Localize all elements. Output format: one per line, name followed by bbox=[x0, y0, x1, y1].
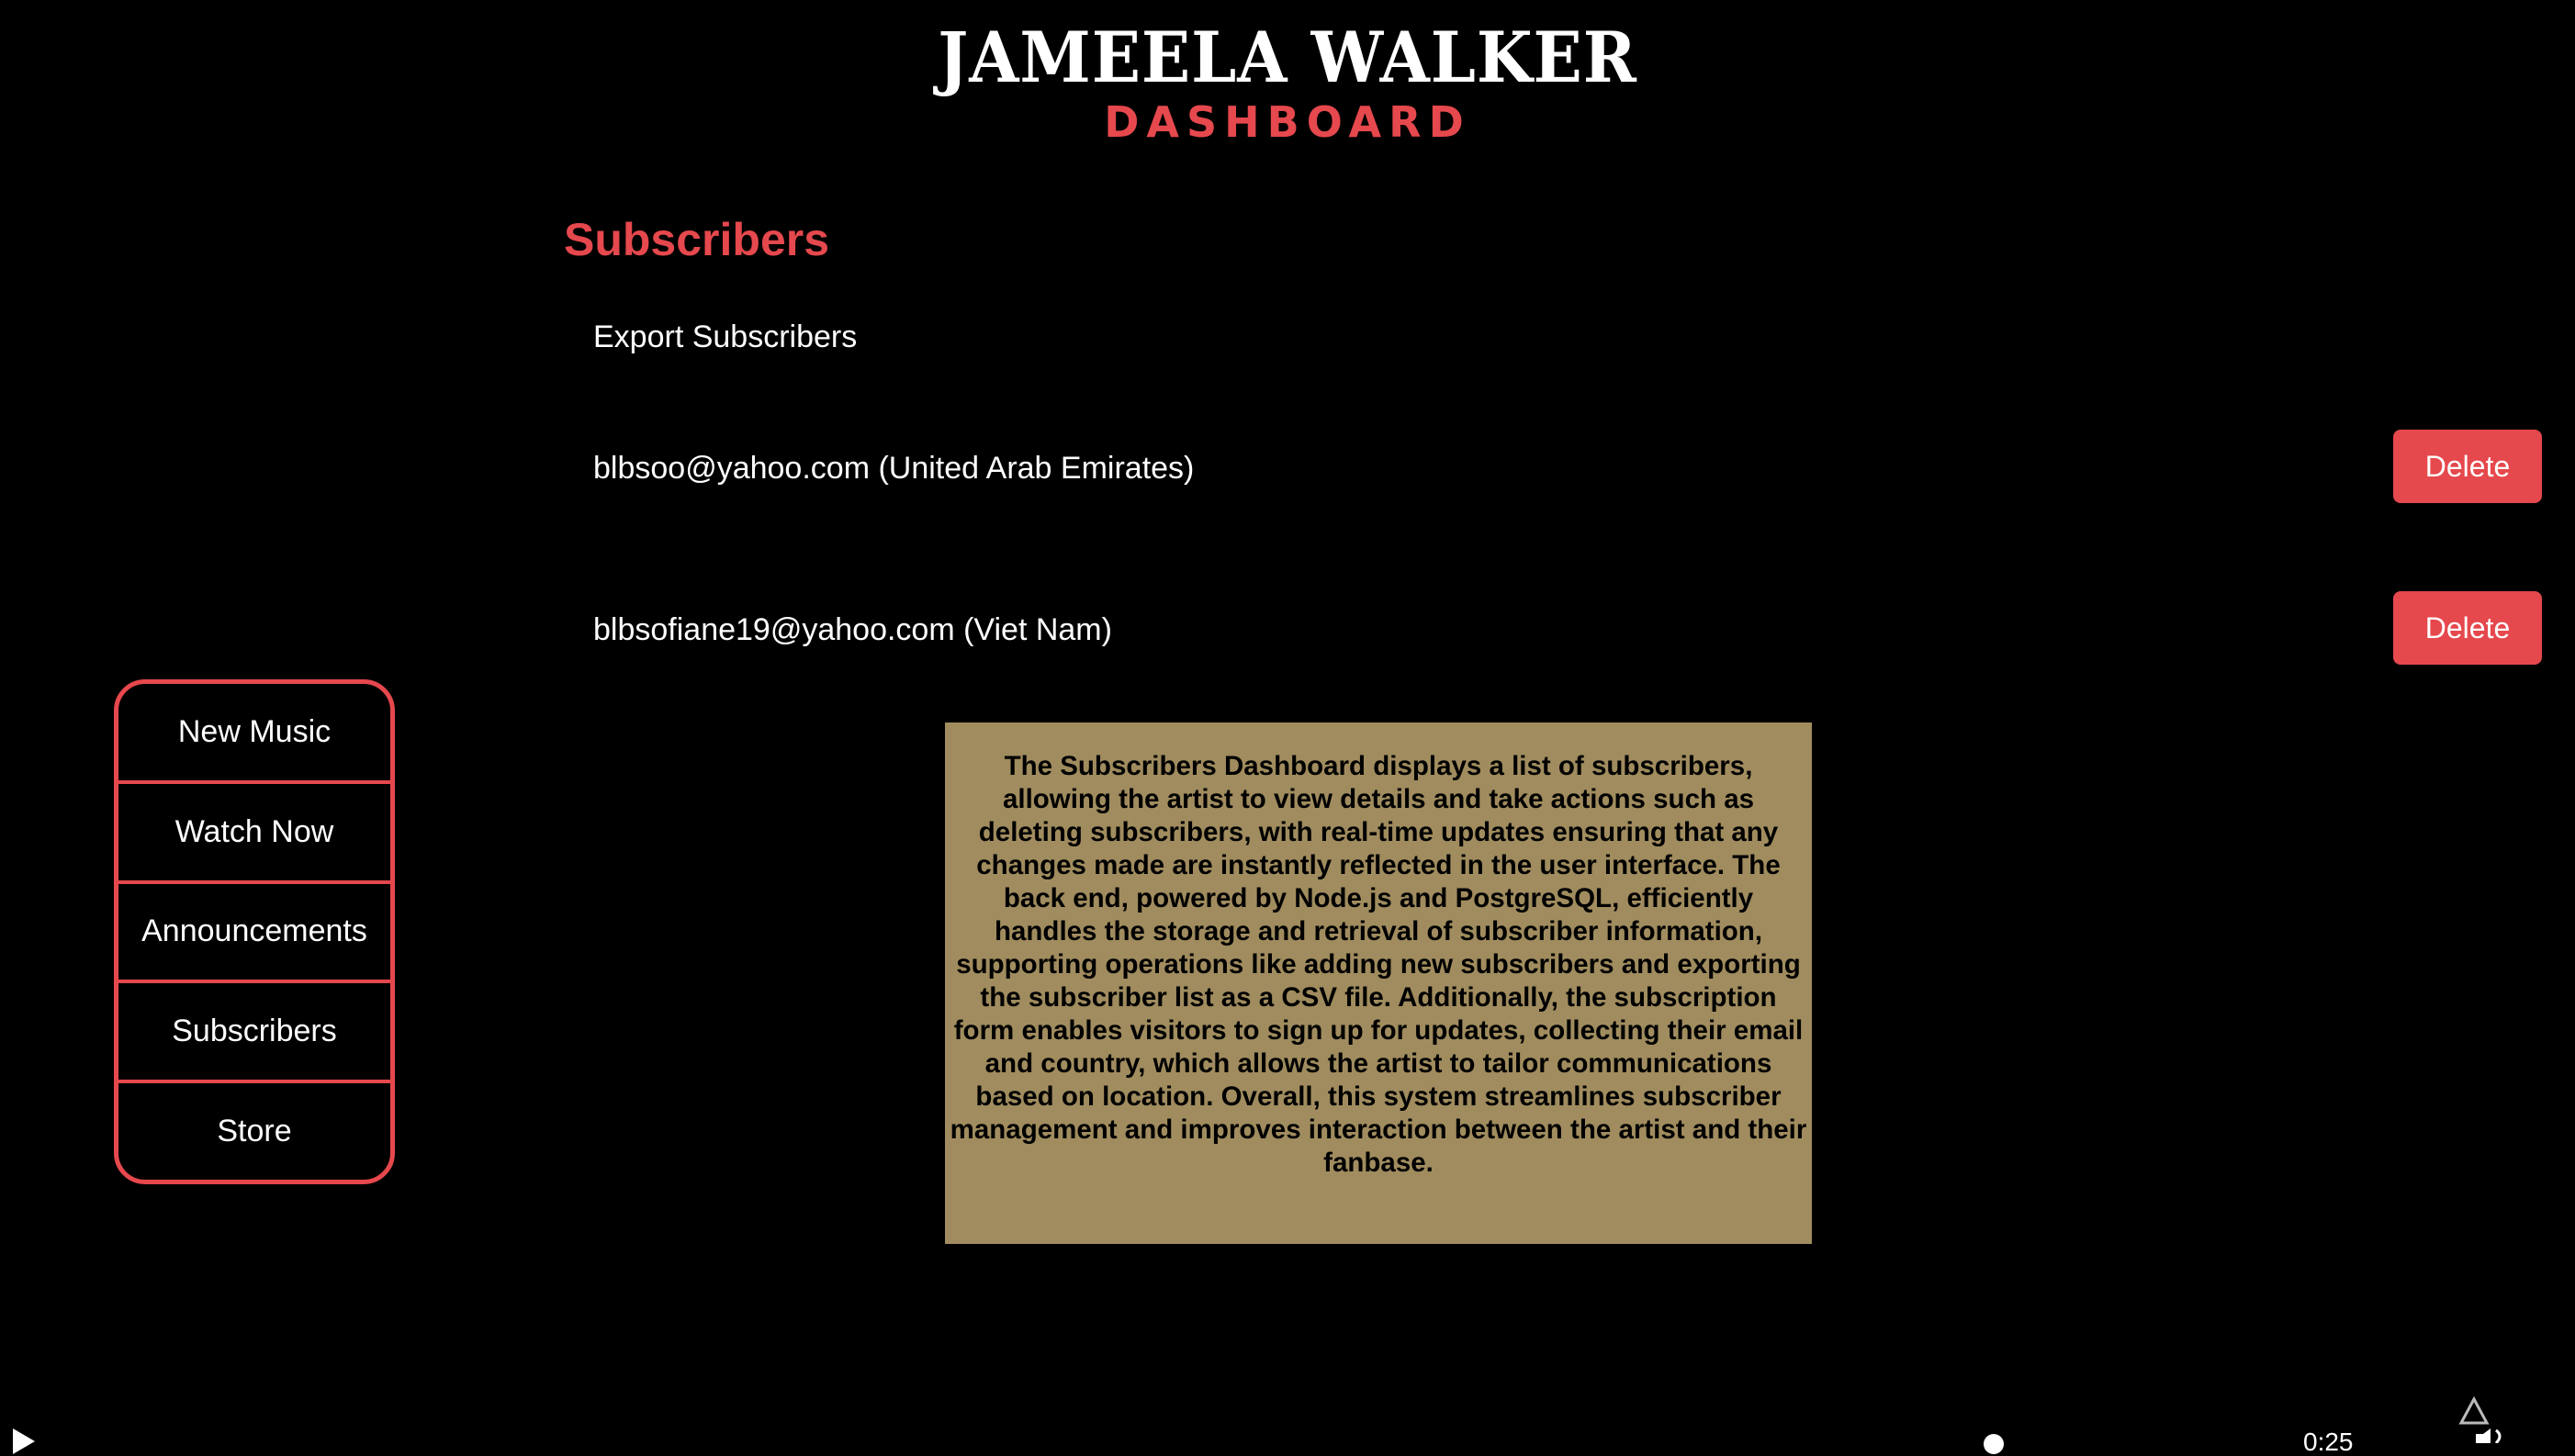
airplay-icon[interactable] bbox=[2457, 1395, 2491, 1428]
sidebar-nav: New Music Watch Now Announcements Subscr… bbox=[114, 679, 395, 1184]
nav-item-new-music[interactable]: New Music bbox=[118, 684, 390, 784]
page-title: Subscribers bbox=[564, 214, 830, 265]
description-caption-box: The Subscribers Dashboard displays a lis… bbox=[945, 722, 1812, 1244]
artist-name-title: JAMEELA WALKER bbox=[938, 17, 1637, 98]
nav-item-announcements[interactable]: Announcements bbox=[118, 884, 390, 984]
nav-item-subscribers[interactable]: Subscribers bbox=[118, 983, 390, 1084]
play-icon[interactable] bbox=[13, 1428, 35, 1454]
subscriber-row: blbsoo@yahoo.com (United Arab Emirates) … bbox=[593, 430, 2542, 507]
subscriber-email: blbsoo@yahoo.com (United Arab Emirates) bbox=[593, 451, 1195, 486]
progress-scrubber-handle[interactable] bbox=[1984, 1434, 2004, 1454]
playback-time: 0:25 bbox=[2303, 1428, 2354, 1456]
nav-item-watch-now[interactable]: Watch Now bbox=[118, 784, 390, 884]
delete-subscriber-button[interactable]: Delete bbox=[2393, 591, 2542, 665]
volume-icon[interactable] bbox=[2474, 1428, 2511, 1443]
delete-subscriber-button[interactable]: Delete bbox=[2393, 430, 2542, 503]
subscriber-email: blbsofiane19@yahoo.com (Viet Nam) bbox=[593, 612, 1112, 647]
nav-item-store[interactable]: Store bbox=[118, 1083, 390, 1180]
dashboard-subtitle: DASHBOARD bbox=[1104, 97, 1471, 147]
export-subscribers-button[interactable]: Export Subscribers bbox=[593, 314, 857, 360]
subscriber-row: blbsofiane19@yahoo.com (Viet Nam) Delete bbox=[593, 591, 2542, 668]
